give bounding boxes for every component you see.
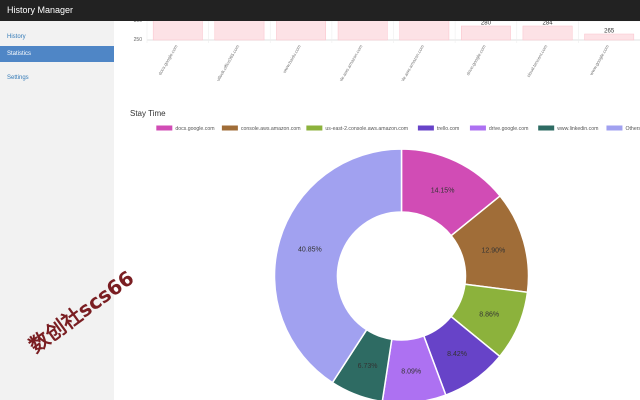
chart-legend: docs.google.com console.aws.amazon.com us-… <box>156 125 640 132</box>
sidebar-item-label: Statistics <box>7 51 32 57</box>
legend-swatch <box>538 125 555 131</box>
legend-label: us-east-2.console.aws.amazon.com <box>325 126 408 132</box>
x-tick-label: www.baidu.com <box>282 44 302 74</box>
stay-time-title: Stay Time <box>130 109 166 118</box>
legend-label: trello.com <box>437 126 460 132</box>
bar <box>337 21 388 41</box>
x-tick-label: us-east-2.console.aws.amazon.com <box>385 44 425 81</box>
legend-swatch <box>221 125 238 131</box>
slice-value-label: 6.73% <box>358 363 378 370</box>
visits-bar-chart: 300 250 docs.google.com outlook.office365… <box>134 21 640 81</box>
bar <box>584 33 635 41</box>
slice-value-label: 14.15% <box>431 187 455 194</box>
bar-value-label: 284 <box>543 21 554 27</box>
bar <box>214 21 265 41</box>
sidebar-item-history[interactable]: History <box>0 29 114 45</box>
bar <box>152 21 203 41</box>
slice-value-label: 8.42% <box>447 351 467 358</box>
bar <box>399 21 450 41</box>
x-tick-label: console.aws.amazon.com <box>333 44 363 81</box>
bar-value-label: 265 <box>604 29 615 35</box>
statistics-main: 300 250 docs.google.com outlook.office365… <box>114 21 640 400</box>
slice-value-label: 8.09% <box>401 369 421 376</box>
x-tick-label: outlook.office365.com <box>214 44 240 81</box>
sidebar-item-label: Settings <box>7 75 29 81</box>
legend-label: drive.google.com <box>489 126 529 132</box>
app-title[interactable]: History Manager <box>7 5 73 15</box>
bar <box>522 25 573 41</box>
slice-value-label: 12.90% <box>481 247 505 254</box>
legend-swatch <box>469 125 486 131</box>
legend-swatch <box>417 125 434 131</box>
legend-swatch <box>606 125 623 131</box>
legend-label: Others <box>625 126 640 132</box>
top-navbar: History Manager <box>0 0 640 21</box>
legend-label: docs.google.com <box>175 126 214 132</box>
sidebar-item-settings[interactable]: Settings <box>0 70 114 86</box>
legend-label: console.aws.amazon.com <box>241 126 301 132</box>
bar <box>461 25 511 41</box>
bar <box>276 21 326 41</box>
sidebar-item-statistics[interactable]: Statistics <box>0 46 114 62</box>
sidebar-item-label: History <box>7 34 26 40</box>
x-tick-label: drive.google.com <box>465 44 487 76</box>
x-tick-label: docs.google.com <box>157 44 178 76</box>
legend-swatch <box>306 125 323 131</box>
x-tick-label: www.google.com <box>589 44 610 76</box>
legend-swatch <box>156 125 173 131</box>
y-tick-label: 300 <box>134 21 143 24</box>
stay-time-donut-chart: docs.google.com console.aws.amazon.com us-… <box>156 125 640 400</box>
y-tick-label: 250 <box>134 37 143 43</box>
slice-value-label: 8.86% <box>479 311 499 318</box>
slice-value-label: 40.85% <box>298 246 322 253</box>
bar-value-label: 280 <box>481 21 492 27</box>
legend-label: www.linkedin.com <box>557 126 598 132</box>
x-tick-label: cloud.tencent.com <box>526 44 549 78</box>
